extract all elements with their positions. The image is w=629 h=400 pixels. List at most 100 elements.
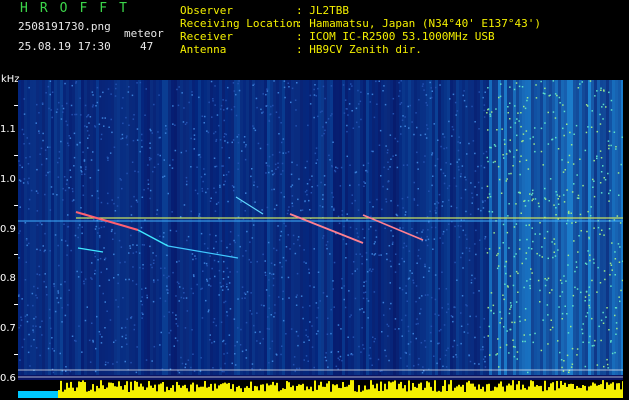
- noise-speck: [157, 279, 159, 281]
- noise-speck: [278, 116, 280, 119]
- noise-speck: [118, 239, 121, 242]
- noise-speck: [171, 211, 173, 213]
- noise-speck: [283, 80, 286, 82]
- noise-speck: [48, 171, 51, 173]
- amplitude-bar: [428, 382, 430, 398]
- noise-speck: [224, 362, 226, 365]
- noise-speck: [510, 304, 512, 307]
- noise-streak: [621, 80, 623, 375]
- noise-speck: [291, 195, 294, 197]
- amplitude-bar: [440, 391, 442, 398]
- noise-speck: [322, 292, 325, 294]
- noise-speck: [314, 84, 316, 86]
- noise-speck: [65, 370, 67, 372]
- noise-speck: [278, 133, 280, 135]
- noise-speck: [609, 274, 611, 276]
- noise-streak: [339, 80, 342, 375]
- noise-speck: [138, 252, 141, 254]
- noise-speck: [249, 241, 251, 243]
- noise-streak: [495, 80, 498, 375]
- noise-speck: [621, 136, 623, 138]
- noise-speck: [467, 332, 469, 334]
- noise-speck: [524, 319, 526, 321]
- noise-speck: [602, 311, 604, 314]
- noise-speck: [282, 290, 284, 293]
- noise-speck: [103, 247, 105, 249]
- noise-speck: [528, 247, 530, 249]
- noise-streak: [483, 80, 486, 375]
- noise-speck: [280, 191, 282, 194]
- noise-speck: [459, 142, 461, 144]
- noise-speck: [115, 299, 117, 301]
- noise-speck: [293, 356, 296, 358]
- noise-speck: [465, 105, 468, 108]
- noise-speck: [290, 173, 293, 176]
- noise-speck: [220, 321, 223, 323]
- noise-speck: [62, 199, 64, 201]
- noise-speck: [621, 279, 623, 282]
- noise-speck: [46, 294, 48, 296]
- noise-speck: [137, 171, 140, 173]
- amplitude-bar: [94, 391, 96, 398]
- noise-speck: [66, 254, 68, 256]
- noise-speck: [591, 345, 594, 347]
- amplitude-bar: [136, 381, 138, 398]
- noise-speck: [252, 224, 255, 226]
- noise-speck: [165, 128, 168, 130]
- amplitude-bar: [62, 391, 64, 398]
- noise-speck: [27, 163, 30, 165]
- noise-streak: [210, 80, 213, 375]
- amplitude-bar: [438, 390, 440, 398]
- noise-speck: [172, 311, 174, 314]
- noise-speck: [366, 297, 368, 300]
- noise-speck: [265, 105, 267, 107]
- noise-speck: [385, 198, 387, 200]
- noise-speck: [564, 305, 566, 307]
- noise-speck: [38, 132, 40, 134]
- noise-speck: [33, 339, 35, 341]
- noise-speck: [28, 86, 30, 89]
- noise-speck: [537, 202, 540, 205]
- amplitude-bar: [456, 386, 458, 398]
- noise-speck: [250, 261, 252, 263]
- noise-speck: [480, 165, 482, 167]
- noise-speck: [406, 164, 409, 166]
- noise-speck: [277, 225, 279, 227]
- noise-speck: [360, 351, 362, 353]
- noise-speck: [431, 90, 433, 92]
- noise-speck: [365, 280, 367, 283]
- noise-speck: [487, 108, 489, 111]
- noise-speck: [33, 285, 35, 288]
- noise-speck: [487, 335, 489, 337]
- noise-speck: [462, 94, 464, 97]
- noise-speck: [608, 144, 610, 147]
- noise-speck: [530, 268, 532, 270]
- noise-speck: [147, 187, 149, 190]
- noise-speck: [287, 209, 289, 212]
- noise-streak: [453, 80, 456, 375]
- amplitude-bar: [80, 381, 82, 398]
- noise-streak: [525, 80, 528, 375]
- noise-speck: [117, 196, 119, 199]
- noise-speck: [290, 328, 293, 330]
- noise-speck: [359, 253, 361, 255]
- noise-speck: [399, 287, 401, 289]
- amplitude-bar: [190, 384, 192, 398]
- amplitude-bar: [156, 391, 158, 398]
- noise-speck: [24, 222, 27, 224]
- noise-speck: [299, 244, 301, 247]
- noise-speck: [32, 331, 35, 333]
- noise-speck: [116, 205, 119, 207]
- noise-speck: [72, 190, 74, 193]
- noise-speck: [152, 170, 154, 173]
- noise-speck: [204, 173, 206, 176]
- noise-speck: [277, 166, 279, 169]
- amplitude-bar: [160, 383, 162, 398]
- amplitude-bar: [310, 386, 312, 398]
- noise-speck: [446, 228, 448, 231]
- noise-speck: [126, 143, 129, 146]
- noise-speck: [193, 370, 196, 372]
- noise-speck: [532, 240, 534, 243]
- noise-speck: [236, 271, 239, 273]
- noise-speck: [199, 370, 202, 372]
